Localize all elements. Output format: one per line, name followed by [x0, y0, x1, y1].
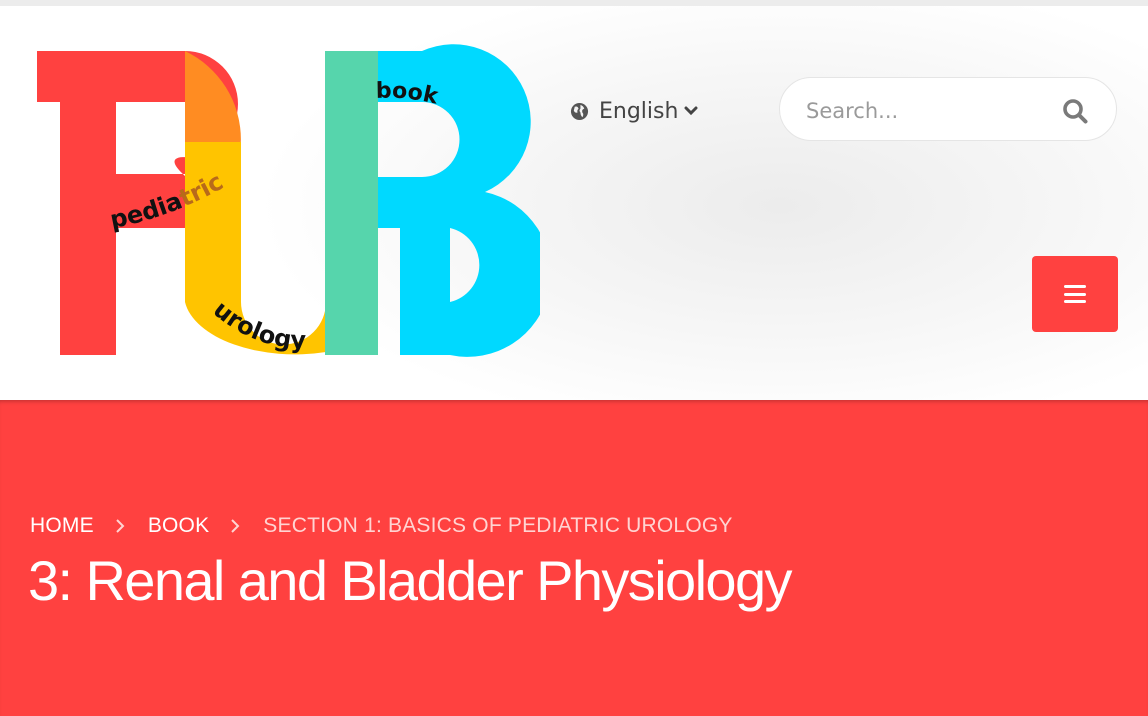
pub-logo-graphic: pediatric urology book	[37, 44, 551, 357]
breadcrumb-book[interactable]: BOOK	[148, 514, 209, 538]
site-header: pediatric urology book English	[0, 6, 1148, 400]
search-input[interactable]	[804, 94, 1038, 128]
breadcrumb: HOME BOOK SECTION 1: BASICS OF PEDIATRIC…	[30, 514, 733, 538]
menu-toggle-button[interactable]	[1032, 256, 1118, 332]
search-box	[779, 77, 1117, 141]
globe-icon	[570, 102, 589, 120]
hamburger-icon	[1064, 285, 1086, 303]
breadcrumb-home[interactable]: HOME	[30, 514, 94, 538]
svg-text:urology: urology	[208, 295, 307, 354]
page-hero: HOME BOOK SECTION 1: BASICS OF PEDIATRIC…	[0, 400, 1148, 716]
breadcrumb-current: SECTION 1: BASICS OF PEDIATRIC UROLOGY	[263, 514, 733, 537]
search-icon[interactable]	[1062, 98, 1088, 124]
chevron-right-icon	[231, 519, 240, 533]
chevron-right-icon	[116, 519, 125, 533]
language-label: English	[599, 98, 679, 124]
language-selector[interactable]: English	[570, 96, 698, 126]
site-logo[interactable]: pediatric urology book	[30, 42, 551, 372]
page-title: 3: Renal and Bladder Physiology	[28, 549, 793, 612]
chevron-down-icon	[684, 106, 698, 116]
